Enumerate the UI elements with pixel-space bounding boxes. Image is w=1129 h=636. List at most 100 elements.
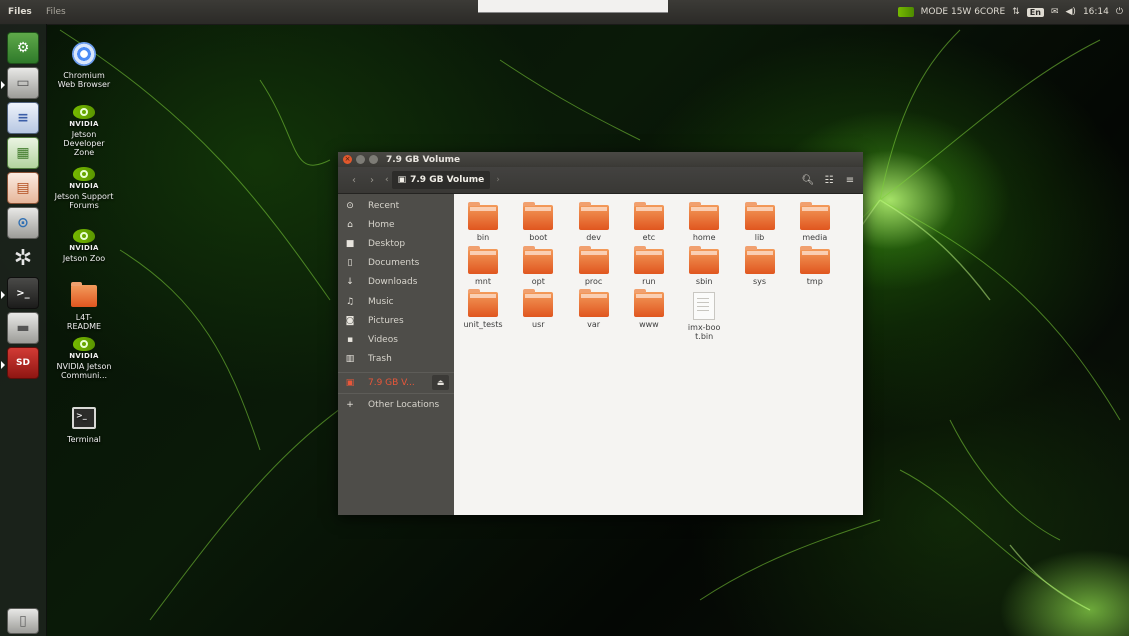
clock-icon: ⊙ — [346, 200, 354, 211]
folder-item-run[interactable]: run — [622, 245, 676, 286]
launcher-sd-card[interactable]: SD — [1, 347, 39, 379]
downloads-icon: ↓ — [346, 277, 354, 288]
breadcrumb-left-arrow[interactable]: ‹ — [385, 175, 389, 185]
writer-icon: ≡ — [17, 110, 29, 126]
maximize-window-button[interactable] — [369, 155, 378, 164]
sidebar-item-trash[interactable]: ▥ Trash — [338, 350, 454, 369]
file-name-label: media — [802, 233, 828, 242]
folder-icon — [689, 202, 720, 230]
close-window-button[interactable]: × — [343, 155, 352, 164]
nvidia-power-icon[interactable] — [897, 7, 914, 17]
sidebar-item-home[interactable]: ⌂ Home — [338, 215, 454, 234]
indicator-area: MODE 15W 6CORE ⇅ En ✉ ◀) 16:14 ⏻ — [897, 0, 1123, 24]
mail-icon[interactable]: ✉ — [1051, 7, 1059, 17]
sidebar-item-downloads[interactable]: ↓ Downloads — [338, 273, 454, 292]
folder-icon — [799, 202, 830, 230]
launcher-writer[interactable]: ≡ — [7, 102, 39, 134]
desktop-icon-jetson-support-forums[interactable]: NVIDIA Jetson Support Forums — [54, 166, 114, 210]
documents-icon: ▯ — [347, 258, 353, 269]
launcher-files[interactable]: ▭ — [1, 67, 39, 99]
folder-item-www[interactable]: www — [622, 289, 676, 329]
clock[interactable]: 16:14 — [1083, 7, 1109, 17]
launcher-drive[interactable]: ▬ — [7, 312, 39, 344]
files-menu[interactable]: Files — [38, 7, 66, 17]
trash-icon: ▯ — [19, 613, 27, 629]
launcher-software-updater[interactable]: ⊙ — [7, 207, 39, 239]
folder-item-boot[interactable]: boot — [511, 202, 565, 242]
launcher: ⚙ ▭ ≡ ▦ ▤ ⊙ ✲ >_ ▬ SD ▯ — [0, 24, 47, 636]
sidebar-item-7-9-gb-v[interactable]: ▣ 7.9 GB V... ⏏ — [338, 373, 454, 392]
launcher-trash[interactable]: ▯ — [7, 608, 39, 634]
folder-item-dev[interactable]: dev — [567, 202, 621, 242]
volume-icon[interactable]: ◀) — [1066, 7, 1076, 17]
minimize-window-button[interactable] — [356, 155, 365, 164]
folder-icon — [799, 245, 830, 274]
file-name-label: sbin — [695, 276, 713, 286]
folder-icon — [71, 282, 97, 307]
network-icon[interactable]: ⇅ — [1012, 7, 1020, 17]
desktop-icon-chromium[interactable]: Chromium Web Browser — [54, 40, 114, 89]
file-name-label: mnt — [475, 276, 491, 286]
desktop-icon-nvidia-jetson-community[interactable]: NVIDIA NVIDIA Jetson Communi... — [54, 336, 114, 380]
folder-item-unit-tests[interactable]: unit_tests — [456, 289, 510, 329]
sidebar-item-videos[interactable]: ▪ Videos — [338, 330, 454, 349]
file-name-label: opt — [531, 276, 545, 286]
terminal-icon: >_ — [72, 407, 96, 429]
forward-button[interactable]: › — [363, 171, 381, 189]
power-mode-label[interactable]: MODE 15W 6CORE — [921, 7, 1006, 17]
launcher-terminal[interactable]: >_ — [1, 277, 39, 309]
sidebar-item-recent[interactable]: ⊙ Recent — [338, 196, 454, 215]
system-settings-icon: ⚙ — [16, 40, 30, 56]
folder-item-proc[interactable]: proc — [567, 245, 621, 286]
file-name-label: boot — [529, 233, 548, 242]
folder-item-bin[interactable]: bin — [456, 202, 510, 242]
search-icon[interactable]: 🔍︎ — [799, 171, 817, 189]
launcher-settings[interactable]: ✲ — [7, 242, 39, 274]
folder-item-var[interactable]: var — [567, 289, 621, 329]
menu-icon[interactable]: ≡ — [841, 171, 859, 189]
eject-icon[interactable]: ⏏ — [432, 375, 449, 390]
folder-item-mnt[interactable]: mnt — [456, 245, 510, 286]
chromium-icon — [72, 42, 96, 66]
folder-icon — [523, 245, 554, 274]
desktop-icon-label: Jetson Zoo — [62, 254, 106, 263]
file-name-label: etc — [642, 233, 656, 242]
folder-item-usr[interactable]: usr — [511, 289, 565, 329]
folder-item-opt[interactable]: opt — [511, 245, 565, 286]
folder-item-home[interactable]: home — [677, 202, 731, 242]
window-titlebar[interactable]: × 7.9 GB Volume — [338, 152, 863, 167]
back-button[interactable]: ‹ — [345, 171, 363, 189]
folder-item-etc[interactable]: etc — [622, 202, 676, 242]
desktop-icon-l4t-readme[interactable]: L4T-README — [54, 282, 114, 331]
folder-item-tmp[interactable]: tmp — [788, 245, 842, 286]
music-icon: ♫ — [345, 296, 355, 307]
keyboard-layout-indicator[interactable]: En — [1026, 7, 1044, 17]
drive-icon: ▬ — [16, 320, 30, 336]
breadcrumb-right-arrow[interactable]: › — [496, 175, 500, 185]
sidebar-item-desktop[interactable]: ■ Desktop — [338, 234, 454, 253]
folder-item-sys[interactable]: sys — [733, 245, 787, 286]
launcher-calc[interactable]: ▦ — [7, 137, 39, 169]
folder-item-lib[interactable]: lib — [733, 202, 787, 242]
sidebar-item-music[interactable]: ♫ Music — [338, 292, 454, 311]
sidebar-item-label: Downloads — [368, 277, 418, 288]
breadcrumb-current[interactable]: ▣ 7.9 GB Volume — [391, 171, 491, 189]
desktop-icon-jetson-zoo[interactable]: NVIDIA Jetson Zoo — [54, 228, 114, 263]
sidebar-item-other-locations[interactable]: + Other Locations — [338, 395, 454, 414]
files-icon: ▭ — [16, 75, 30, 91]
launcher-system-settings[interactable]: ⚙ — [7, 32, 39, 64]
desktop-icon-terminal[interactable]: >_ Terminal — [54, 404, 114, 444]
sidebar-item-label: Home — [368, 219, 395, 230]
sd-card-icon: SD — [16, 358, 30, 368]
folder-icon — [578, 202, 609, 230]
sidebar-item-documents[interactable]: ▯ Documents — [338, 254, 454, 273]
launcher-impress[interactable]: ▤ — [7, 172, 39, 204]
system-menu-icon[interactable]: ⏻ — [1116, 7, 1123, 17]
folder-icon — [744, 202, 775, 230]
sidebar-item-pictures[interactable]: ◙ Pictures — [338, 311, 454, 330]
file-item-imx-boot-bin[interactable]: imx-boot.bin — [677, 292, 731, 341]
view-toggle-icon[interactable]: ☷ — [820, 171, 838, 189]
desktop-icon-jetson-developer-zone[interactable]: NVIDIA Jetson Developer Zone — [54, 104, 114, 157]
folder-item-media[interactable]: media — [788, 202, 842, 242]
folder-item-sbin[interactable]: sbin — [677, 245, 731, 286]
